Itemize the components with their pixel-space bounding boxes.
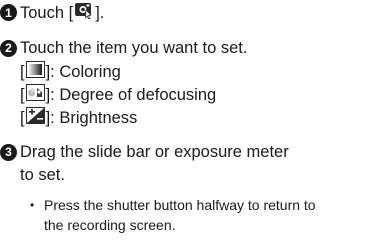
option-coloring-label: ]: Coloring [45, 63, 121, 81]
step-number-3: 3 [0, 143, 17, 161]
step-3-note-line1: Press the shutter button halfway to retu… [44, 197, 316, 213]
step-3-text-line2: to set. [20, 166, 65, 184]
brightness-icon [25, 107, 45, 129]
step-3-note: • Press the shutter button halfway to re… [30, 196, 316, 214]
step-3: 3 Drag the slide bar or exposure meter [0, 142, 289, 162]
step-3-note-line2: the recording screen. [44, 217, 176, 233]
bracket-open: [ [20, 63, 25, 81]
option-brightness-label: ]: Brightness [45, 109, 138, 127]
bracket-open: [ [20, 109, 25, 127]
step-1-prefix: Touch [ [20, 3, 74, 22]
step-2-text: Touch the item you want to set. [20, 39, 248, 57]
step-number-1: 1 [0, 4, 17, 21]
option-brightness: [ ]: Brightness [20, 107, 137, 129]
degree-of-defocusing-icon [25, 84, 45, 106]
step-number-2: 2 [0, 39, 17, 57]
step-1-suffix: ]. [95, 3, 105, 22]
coloring-icon [25, 61, 45, 83]
step-1: 1 Touch [ ]. [0, 1, 104, 24]
option-degree-of-defocusing: [ ]: Degree of defocusing [20, 84, 216, 106]
bullet: • [30, 198, 35, 212]
option-degree-of-defocusing-label: ]: Degree of defocusing [45, 86, 217, 104]
step-2: 2 Touch the item you want to set. [0, 38, 247, 58]
option-coloring: [ ]: Coloring [20, 61, 121, 83]
bracket-open: [ [20, 86, 25, 104]
defocus-control-touch-icon [74, 1, 94, 24]
step-3-text-line1: Drag the slide bar or exposure meter [20, 143, 289, 161]
